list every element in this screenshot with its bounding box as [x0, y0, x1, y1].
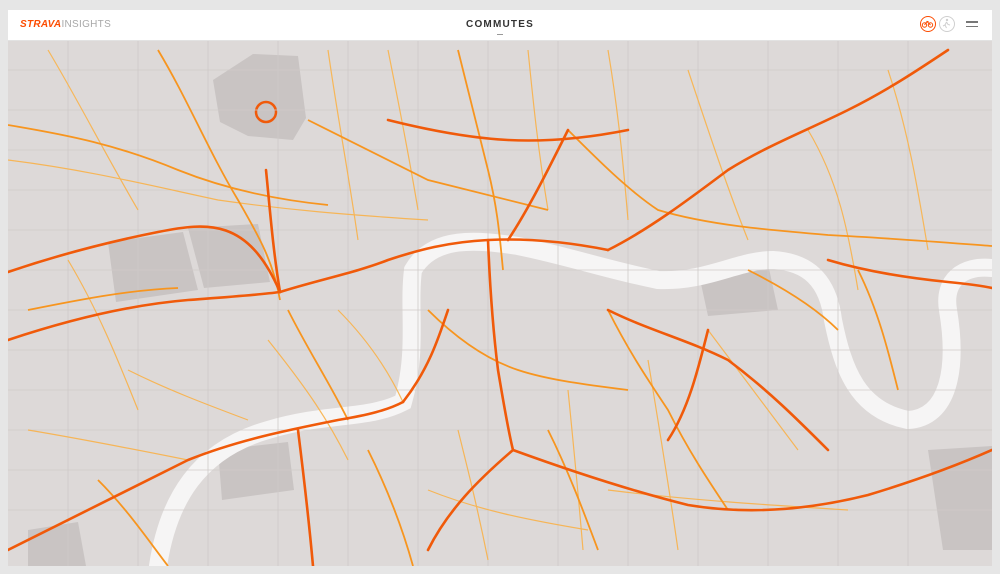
page-title: COMMUTES	[466, 19, 534, 30]
top-bar: STRAVAINSIGHTS COMMUTES	[8, 10, 992, 41]
hamburger-menu-icon[interactable]	[966, 21, 978, 29]
title-underline	[497, 34, 503, 35]
commute-heatmap[interactable]	[8, 10, 992, 566]
bicycle-icon	[921, 20, 934, 28]
bike-mode-icon[interactable]	[920, 16, 936, 32]
hyde-park	[108, 232, 198, 302]
run-mode-icon[interactable]	[939, 16, 955, 32]
runner-icon	[942, 18, 951, 29]
map-frame: STRAVAINSIGHTS COMMUTES	[8, 10, 992, 566]
